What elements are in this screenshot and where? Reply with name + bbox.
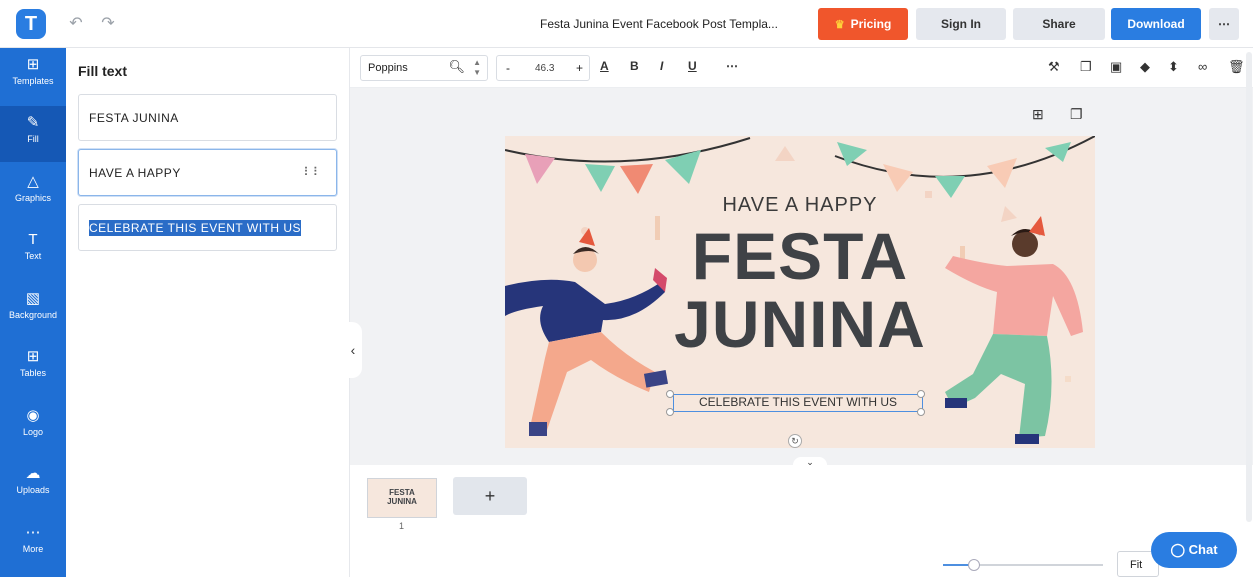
increase-size-button[interactable]: +	[576, 61, 583, 75]
text-field-celebrate[interactable]: CELEBRATE THIS EVENT WITH US	[78, 204, 337, 251]
chevron-down-icon[interactable]: ⌄	[793, 457, 827, 469]
page-thumbnail[interactable]: FESTA JUNINA	[367, 478, 437, 518]
layer-icon[interactable]: ▣	[1110, 59, 1122, 75]
app-logo[interactable]: T	[16, 9, 46, 39]
rail-item-label: Fill	[27, 134, 39, 144]
font-spinner-icon[interactable]: ▲ ▼	[473, 58, 481, 78]
undo-icon[interactable]: ↶	[66, 14, 86, 34]
design-text-celebrate[interactable]: CELEBRATE THIS EVENT WITH US	[673, 394, 923, 412]
selected-text: CELEBRATE THIS EVENT WITH US	[89, 220, 302, 236]
underline-button[interactable]: U	[688, 59, 697, 73]
chat-button[interactable]: ◯ Chat	[1151, 532, 1237, 568]
text-icon: T	[28, 231, 38, 248]
bold-button[interactable]: B	[630, 59, 639, 73]
chat-bubble-icon: ◯	[1170, 542, 1186, 557]
rotate-handle-icon[interactable]: ↻	[788, 434, 802, 448]
copy-page-icon[interactable]: ❐	[1070, 106, 1083, 123]
rail-item-more[interactable]: ⋯ More	[0, 516, 66, 572]
rail-item-tables[interactable]: ⊞ Tables	[0, 340, 66, 396]
left-rail: ⊞ Templates ✎ Fill △ Graphics T Text ▧ B…	[0, 48, 66, 577]
design-text-festa[interactable]: FESTA	[505, 220, 1095, 292]
delete-icon[interactable]: 🗑︎	[1228, 59, 1245, 75]
text-field-value: HAVE A HAPPY	[89, 166, 181, 180]
rail-item-templates[interactable]: ⊞ Templates	[0, 48, 66, 104]
rail-item-fill[interactable]: ✎ Fill	[0, 106, 66, 162]
font-name: Poppins	[368, 62, 408, 74]
rail-item-label: More	[22, 544, 44, 554]
drag-handle-icon[interactable]: ⠇⠇	[303, 165, 322, 179]
background-icon: ▧	[25, 290, 41, 307]
font-family-select[interactable]: Poppins 🔍︎ ▲ ▼	[360, 55, 488, 81]
resize-handle[interactable]	[917, 390, 925, 398]
sign-in-button[interactable]: Sign In	[916, 8, 1006, 40]
design-canvas[interactable]: HAVE A HAPPY FESTA JUNINA CELEBRATE THIS…	[505, 136, 1095, 448]
document-title[interactable]: Festa Junina Event Facebook Post Templa.…	[540, 17, 810, 31]
table-icon: ⊞	[26, 348, 40, 365]
resize-handle[interactable]	[666, 390, 674, 398]
italic-button[interactable]: I	[660, 59, 663, 73]
text-field-have-a-happy[interactable]: HAVE A HAPPY ⠇⠇	[78, 149, 337, 196]
pricing-button[interactable]: ♛ Pricing	[818, 8, 908, 40]
rail-item-label: Uploads	[16, 485, 50, 495]
vertical-scrollbar[interactable]	[1246, 52, 1252, 522]
share-button[interactable]: Share	[1013, 8, 1105, 40]
cloud-upload-icon: ☁	[25, 465, 41, 482]
rail-item-label: Templates	[12, 76, 54, 86]
text-field-festa-junina[interactable]: FESTA JUNINA	[78, 94, 337, 141]
text-color-button[interactable]: A	[600, 59, 609, 73]
collapse-panel-button[interactable]: ‹	[344, 322, 362, 378]
duplicate-icon[interactable]: ❐	[1080, 59, 1092, 75]
format-painter-icon[interactable]: ⚒	[1048, 59, 1060, 75]
redo-icon[interactable]: ↷	[98, 14, 118, 34]
rail-item-graphics[interactable]: △ Graphics	[0, 165, 66, 221]
more-options-button[interactable]: ⋯	[1209, 8, 1239, 40]
rail-item-label: Graphics	[14, 193, 51, 203]
logo-icon: ◉	[26, 407, 40, 424]
position-icon[interactable]: ⬍	[1168, 59, 1179, 75]
templates-icon: ⊞	[26, 56, 40, 73]
more-text-options-button[interactable]: ⋯	[726, 59, 738, 73]
link-icon[interactable]: ∞	[1198, 59, 1207, 74]
design-text-have-a-happy[interactable]: HAVE A HAPPY	[505, 194, 1095, 217]
add-page-icon[interactable]: ⊞	[1032, 106, 1044, 123]
shapes-icon: △	[27, 173, 39, 190]
chat-label: Chat	[1188, 542, 1218, 557]
decrease-size-button[interactable]: -	[506, 61, 510, 75]
rail-item-background[interactable]: ▧ Background	[0, 282, 66, 338]
zoom-slider-knob[interactable]	[968, 559, 980, 571]
resize-handle[interactable]	[666, 408, 674, 416]
rail-item-text[interactable]: T Text	[0, 223, 66, 279]
add-page-button[interactable]: +	[453, 477, 527, 515]
rail-item-label: Logo	[22, 427, 44, 437]
thumb-line: JUNINA	[387, 497, 417, 506]
page-number: 1	[399, 521, 405, 531]
more-dots-icon: ⋯	[25, 524, 41, 541]
rail-item-uploads[interactable]: ☁ Uploads	[0, 457, 66, 513]
search-icon: 🔍︎	[448, 59, 465, 74]
download-button[interactable]: Download	[1111, 8, 1201, 40]
rail-item-label: Text	[24, 251, 42, 261]
thumb-line: FESTA	[389, 488, 415, 497]
text-toolbar: Poppins 🔍︎ ▲ ▼ - 46.3 + A B I U ⋯ ⚒ ❐ ▣ ◆…	[350, 48, 1253, 88]
pencil-icon: ✎	[26, 114, 40, 131]
rail-item-label: Background	[8, 310, 58, 320]
pricing-label: Pricing	[850, 17, 892, 31]
top-bar: T ↶ ↷ Festa Junina Event Facebook Post T…	[0, 0, 1253, 48]
font-size-stepper: - 46.3 +	[496, 55, 590, 81]
font-size-value[interactable]: 46.3	[535, 63, 554, 74]
panel-title: Fill text	[78, 63, 128, 79]
crown-icon: ♛	[834, 19, 845, 31]
resize-handle[interactable]	[917, 408, 925, 416]
rail-item-logo[interactable]: ◉ Logo	[0, 399, 66, 455]
rail-item-label: Tables	[19, 368, 46, 378]
pages-strip: ⌄ FESTA JUNINA 1 + Fit	[350, 457, 1253, 577]
opacity-icon[interactable]: ◆	[1140, 59, 1150, 75]
design-text-junina[interactable]: JUNINA	[505, 288, 1095, 360]
fill-text-panel: Fill text FESTA JUNINA HAVE A HAPPY ⠇⠇ C…	[66, 48, 350, 577]
